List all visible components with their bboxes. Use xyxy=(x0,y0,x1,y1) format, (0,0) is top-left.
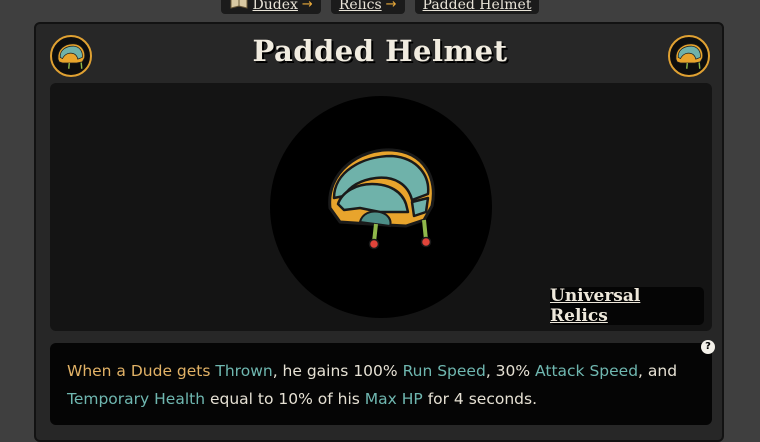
description-text: , 30% xyxy=(485,362,536,380)
category-link[interactable]: Universal Relics xyxy=(550,286,704,326)
keyword-run-speed: Run Speed xyxy=(402,362,486,380)
keyword-attack-speed: Attack Speed xyxy=(535,362,639,380)
breadcrumb: Dudex → Relics → Padded Helmet xyxy=(0,0,760,14)
description-text: , he gains 100% xyxy=(272,362,403,380)
breadcrumb-item-dudex[interactable]: Dudex → xyxy=(220,0,321,15)
relic-description: When a Dude gets Thrown, he gains 100% R… xyxy=(50,343,712,425)
padded-helmet-icon xyxy=(320,142,442,254)
breadcrumb-label[interactable]: Relics xyxy=(339,0,382,14)
page-title: Padded Helmet xyxy=(252,34,508,68)
description-text: When a Dude gets xyxy=(67,362,216,380)
breadcrumb-label[interactable]: Padded Helmet xyxy=(423,0,532,14)
breadcrumb-arrow: → xyxy=(301,0,313,12)
keyword-temporary-health: Temporary Health xyxy=(67,390,206,408)
description-text: equal to 10% of his xyxy=(205,390,365,408)
breadcrumb-item-current[interactable]: Padded Helmet xyxy=(414,0,540,14)
keyword-max-hp: Max HP xyxy=(364,390,423,408)
description-text: for 4 seconds. xyxy=(422,390,538,408)
breadcrumb-arrow: → xyxy=(385,0,397,12)
keyword-thrown: Thrown xyxy=(215,362,273,380)
help-icon[interactable]: ? xyxy=(701,340,715,354)
breadcrumb-label[interactable]: Dudex xyxy=(253,0,298,14)
breadcrumb-item-relics[interactable]: Relics → xyxy=(330,0,405,14)
book-icon xyxy=(229,0,249,15)
description-text: , and xyxy=(638,362,678,380)
